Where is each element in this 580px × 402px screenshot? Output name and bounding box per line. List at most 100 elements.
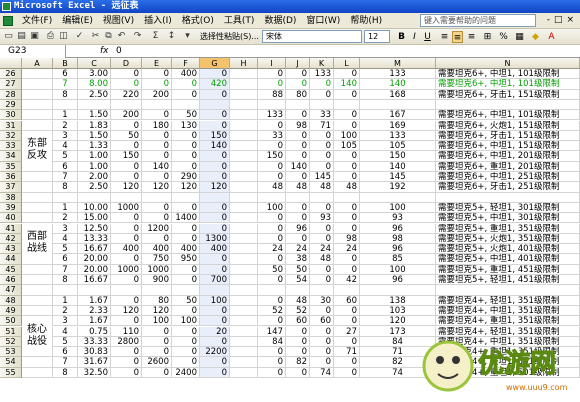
cell-m47[interactable] <box>360 285 436 296</box>
cell-i46[interactable]: 0 <box>258 275 286 286</box>
cell-l44[interactable]: 0 <box>334 254 360 265</box>
cell-n45[interactable]: 需要坦克5+, 重坦1, 451级限制 <box>436 264 580 275</box>
cell-f36[interactable]: 290 <box>172 172 200 183</box>
cell-g51[interactable]: 20 <box>200 326 230 337</box>
row-header[interactable]: 26 <box>0 69 22 80</box>
cell-b44[interactable]: 6 <box>53 254 78 265</box>
cell-j34[interactable]: 0 <box>286 151 310 162</box>
cell-m38[interactable] <box>360 192 436 203</box>
row-header[interactable]: 48 <box>0 295 22 306</box>
cell-n49[interactable]: 需要坦克4+, 中坦1, 351级限制 <box>436 305 580 317</box>
cell-a40[interactable] <box>22 213 53 224</box>
cell-m42[interactable]: 98 <box>360 233 436 245</box>
cell-l33[interactable]: 105 <box>334 141 360 152</box>
cell-g32[interactable]: 150 <box>200 130 230 142</box>
cell-n27[interactable]: 需要坦克6+, 中坦1, 101级限制 <box>436 79 580 90</box>
cell-m34[interactable]: 150 <box>360 151 436 162</box>
cell-n50[interactable]: 需要坦克4+, 重坦1, 351级限制 <box>436 316 580 327</box>
cell-e35[interactable]: 140 <box>142 161 172 172</box>
cell-l50[interactable]: 0 <box>334 316 360 327</box>
cell-e54[interactable]: 2600 <box>142 357 172 368</box>
cell-h38[interactable] <box>230 192 258 203</box>
cell-j26[interactable]: 0 <box>286 69 310 80</box>
cell-b28[interactable]: 8 <box>53 89 78 100</box>
cell-j51[interactable]: 0 <box>286 326 310 337</box>
row-header[interactable]: 34 <box>0 151 22 162</box>
cell-f47[interactable] <box>172 285 200 296</box>
cell-m39[interactable]: 100 <box>360 202 436 214</box>
cell-e43[interactable]: 400 <box>142 244 172 255</box>
cell-i27[interactable]: 0 <box>258 79 286 90</box>
cell-i52[interactable]: 84 <box>258 336 286 348</box>
cell-g26[interactable]: 0 <box>200 69 230 80</box>
cell-i47[interactable] <box>258 285 286 296</box>
row-header[interactable]: 36 <box>0 172 22 183</box>
cell-k30[interactable]: 33 <box>310 110 334 121</box>
cell-b40[interactable]: 2 <box>53 213 78 224</box>
cell-c33[interactable]: 1.33 <box>78 141 111 152</box>
cell-n30[interactable]: 需要坦克6+, 中坦1, 101级限制 <box>436 110 580 121</box>
cell-g45[interactable]: 0 <box>200 264 230 275</box>
cell-j28[interactable]: 80 <box>286 89 310 100</box>
cell-b38[interactable] <box>53 192 78 203</box>
cell-k34[interactable]: 0 <box>310 151 334 162</box>
cell-a45[interactable] <box>22 264 53 275</box>
merge-icon[interactable]: ⊞ <box>482 31 493 43</box>
cell-b53[interactable]: 6 <box>53 347 78 358</box>
cell-i41[interactable]: 0 <box>258 223 286 234</box>
column-header-c[interactable]: C <box>78 58 111 69</box>
cell-f34[interactable]: 0 <box>172 151 200 162</box>
cell-g29[interactable] <box>200 99 230 111</box>
cell-k52[interactable]: 0 <box>310 336 334 348</box>
cell-f46[interactable]: 0 <box>172 275 200 286</box>
column-header-i[interactable]: I <box>258 58 286 69</box>
cell-b33[interactable]: 4 <box>53 141 78 152</box>
cell-f44[interactable]: 950 <box>172 254 200 265</box>
cell-a27[interactable] <box>22 79 53 90</box>
cell-a26[interactable] <box>22 69 53 80</box>
cell-m48[interactable]: 138 <box>360 295 436 306</box>
cell-n52[interactable]: 需要坦克4+, 中坦1, 351级限制 <box>436 336 580 348</box>
cell-i31[interactable]: 0 <box>258 120 286 131</box>
cell-f43[interactable]: 400 <box>172 244 200 255</box>
cell-g36[interactable]: 0 <box>200 172 230 183</box>
cell-h43[interactable] <box>230 244 258 255</box>
menu-help[interactable]: 帮助(H) <box>345 14 387 28</box>
cell-n35[interactable]: 需要坦克6+, 重坦1, 201级限制 <box>436 161 580 172</box>
cell-j27[interactable]: 0 <box>286 79 310 90</box>
cell-m46[interactable]: 96 <box>360 275 436 286</box>
cell-b41[interactable]: 3 <box>53 223 78 234</box>
cell-l51[interactable]: 27 <box>334 326 360 337</box>
cell-m52[interactable]: 84 <box>360 336 436 348</box>
cell-n46[interactable]: 需要坦克5+, 轻坦1, 451级限制 <box>436 275 580 286</box>
cell-d26[interactable]: 0 <box>111 69 142 80</box>
column-header-k[interactable]: K <box>310 58 334 69</box>
cell-h36[interactable] <box>230 172 258 183</box>
cell-e42[interactable]: 0 <box>142 233 172 245</box>
cell-b35[interactable]: 6 <box>53 161 78 172</box>
menu-view[interactable]: 视图(V) <box>98 14 139 28</box>
cell-m53[interactable]: 71 <box>360 347 436 358</box>
cell-j32[interactable]: 0 <box>286 130 310 142</box>
cell-a48[interactable] <box>22 295 53 306</box>
cell-g48[interactable]: 100 <box>200 295 230 306</box>
cell-b32[interactable]: 3 <box>53 130 78 142</box>
cell-h41[interactable] <box>230 223 258 234</box>
column-header-g[interactable]: G <box>200 58 230 69</box>
cell-c49[interactable]: 2.33 <box>78 305 111 317</box>
column-header-b[interactable]: B <box>53 58 78 69</box>
cell-h28[interactable] <box>230 89 258 100</box>
cell-h27[interactable] <box>230 79 258 90</box>
menu-edit[interactable]: 编辑(E) <box>57 14 98 28</box>
cell-j39[interactable]: 0 <box>286 202 310 214</box>
cell-e37[interactable]: 120 <box>142 182 172 193</box>
column-header-f[interactable]: F <box>172 58 200 69</box>
cell-k46[interactable]: 0 <box>310 275 334 286</box>
cell-l55[interactable]: 0 <box>334 367 360 378</box>
cell-a36[interactable] <box>22 172 53 183</box>
cell-g55[interactable]: 0 <box>200 367 230 378</box>
cell-d32[interactable]: 50 <box>111 130 142 142</box>
cell-d53[interactable]: 0 <box>111 347 142 358</box>
fill-color-icon[interactable]: ◆ <box>530 31 541 43</box>
cell-d39[interactable]: 1000 <box>111 202 142 214</box>
